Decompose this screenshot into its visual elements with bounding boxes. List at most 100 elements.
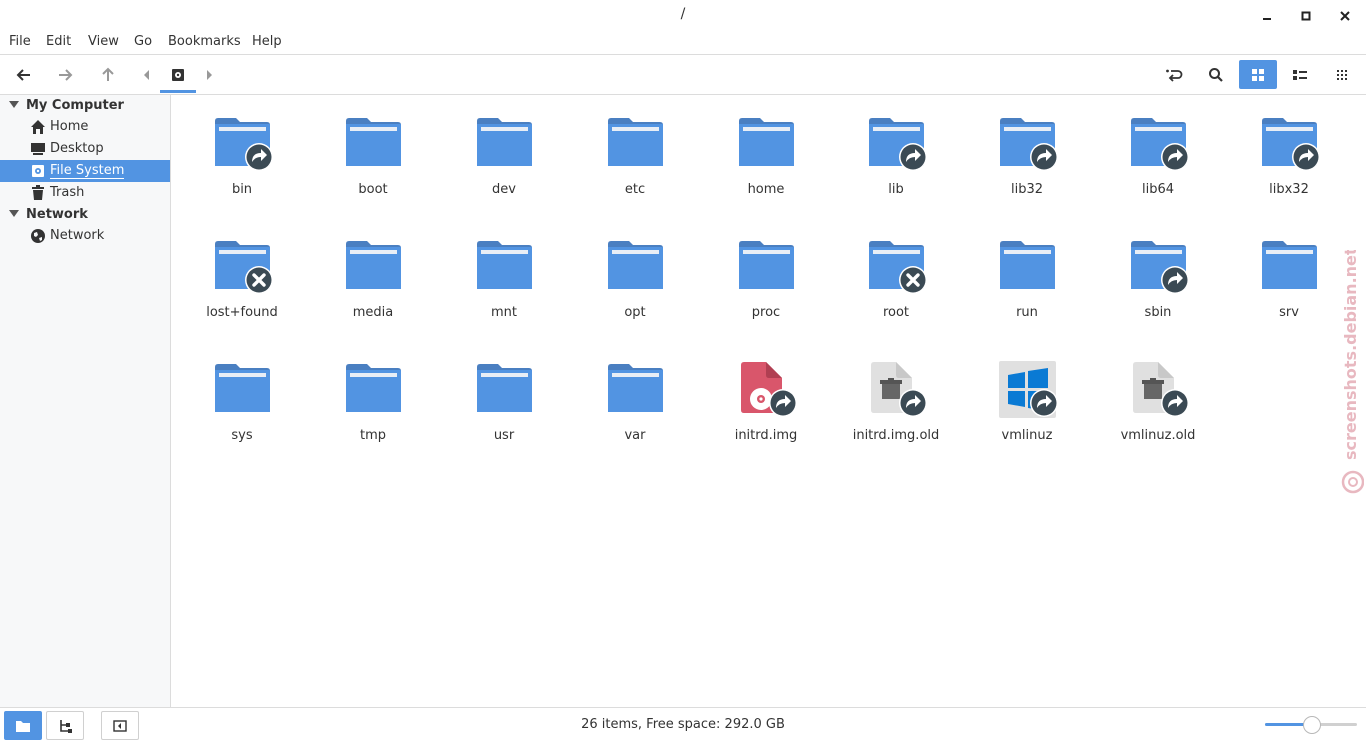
file-item[interactable]: etc	[570, 115, 700, 225]
toolbar	[0, 55, 1366, 95]
disc-image-icon	[738, 361, 798, 421]
sidebar-item-trash[interactable]: Trash	[0, 182, 170, 204]
file-item[interactable]: vmlinuz	[962, 361, 1092, 471]
file-item[interactable]: bin	[177, 115, 307, 225]
file-item[interactable]: proc	[701, 238, 831, 348]
file-item[interactable]: initrd.img.old	[831, 361, 961, 471]
sidebar-item-network[interactable]: Network	[0, 225, 170, 247]
folder-icon	[1261, 238, 1321, 298]
chevron-left-icon	[144, 70, 149, 80]
sidebar-item-desktop[interactable]: Desktop	[0, 138, 170, 160]
menu-go[interactable]: Go	[134, 34, 152, 49]
up-button[interactable]	[95, 63, 121, 87]
list-view-button[interactable]	[1287, 63, 1313, 87]
drive-icon	[30, 163, 46, 179]
close-button[interactable]	[1334, 6, 1356, 26]
sidebar-item-home[interactable]: Home	[0, 116, 170, 138]
file-item[interactable]: opt	[570, 238, 700, 348]
maximize-button[interactable]	[1295, 6, 1317, 26]
search-icon	[1209, 68, 1223, 82]
folder-icon	[999, 238, 1059, 298]
file-item[interactable]: dev	[439, 115, 569, 225]
file-item[interactable]: tmp	[308, 361, 438, 471]
folder-icon	[607, 238, 667, 298]
file-item[interactable]: root	[831, 238, 961, 348]
folder-icon	[1130, 115, 1190, 175]
file-name-label: lost+found	[206, 305, 278, 320]
breadcrumb-root[interactable]	[165, 63, 191, 87]
file-item[interactable]: mnt	[439, 238, 569, 348]
breadcrumb-scroll-right[interactable]	[196, 63, 222, 87]
menu-edit[interactable]: Edit	[46, 34, 71, 49]
package-icon	[868, 361, 928, 421]
watermark-text: screenshots.debian.net	[1341, 250, 1360, 460]
file-item[interactable]: boot	[308, 115, 438, 225]
file-name-label: bin	[231, 182, 253, 197]
file-grid: bin boot dev etc home lib lib32 lib64 libx32 lost…	[171, 95, 1366, 707]
file-name-label: libx32	[1269, 182, 1309, 197]
file-name-label: vmlinuz.old	[1120, 428, 1196, 443]
menu-view[interactable]: View	[88, 34, 119, 49]
folder-icon	[607, 361, 667, 421]
menu-file[interactable]: File	[9, 34, 31, 49]
sidebar-item-label: Trash	[50, 185, 85, 200]
file-item[interactable]: var	[570, 361, 700, 471]
breadcrumb-scroll-left[interactable]	[134, 63, 160, 87]
file-item[interactable]: lib	[831, 115, 961, 225]
file-name-label: etc	[624, 182, 646, 197]
file-item[interactable]: lost+found	[177, 238, 307, 348]
folder-icon	[345, 361, 405, 421]
file-name-label: sbin	[1144, 305, 1172, 320]
expander-down-icon	[9, 101, 19, 108]
menu-bookmarks[interactable]: Bookmarks	[168, 34, 241, 49]
arrow-right-icon	[59, 69, 73, 81]
folder-icon	[345, 115, 405, 175]
sidebar-section-network[interactable]: Network	[0, 204, 170, 226]
file-name-label: run	[1016, 305, 1038, 320]
zoom-slider-handle[interactable]	[1303, 716, 1321, 734]
sidebar-item-label: Network	[50, 228, 105, 243]
arrow-up-icon	[102, 67, 114, 81]
file-item[interactable]: run	[962, 238, 1092, 348]
file-item[interactable]: media	[308, 238, 438, 348]
sidebar-item-label: Desktop	[50, 141, 104, 156]
menu-help[interactable]: Help	[252, 34, 282, 49]
sidebar-section-my-computer[interactable]: My Computer	[0, 95, 170, 117]
file-item[interactable]: lib32	[962, 115, 1092, 225]
sidebar-item-file-system[interactable]: File System	[0, 160, 170, 182]
file-item[interactable]: usr	[439, 361, 569, 471]
back-button[interactable]	[11, 63, 37, 87]
toggle-location-button[interactable]	[1161, 63, 1187, 87]
globe-icon	[30, 228, 46, 244]
file-item[interactable]: initrd.img	[701, 361, 831, 471]
grid-view-icon	[1252, 68, 1264, 81]
file-item[interactable]: lib64	[1093, 115, 1223, 225]
file-item[interactable]: sys	[177, 361, 307, 471]
status-bar: 26 items, Free space: 292.0 GB	[0, 707, 1366, 741]
file-name-label: boot	[358, 182, 388, 197]
folder-icon	[607, 115, 667, 175]
compact-view-button[interactable]	[1329, 63, 1355, 87]
file-item[interactable]: sbin	[1093, 238, 1223, 348]
icon-view-button[interactable]	[1239, 60, 1277, 89]
drive-icon	[172, 69, 184, 81]
forward-button[interactable]	[52, 63, 78, 87]
folder-icon	[214, 238, 274, 298]
file-item[interactable]: vmlinuz.old	[1093, 361, 1223, 471]
search-button[interactable]	[1203, 63, 1229, 87]
folder-icon	[868, 115, 928, 175]
folder-icon	[738, 238, 798, 298]
windows-logo-icon	[999, 361, 1059, 421]
package-icon	[1130, 361, 1190, 421]
file-item[interactable]: libx32	[1224, 115, 1354, 225]
close-icon	[1340, 11, 1350, 21]
home-icon	[30, 119, 46, 135]
menu-bar: File Edit View Go Bookmarks Help	[0, 30, 1366, 55]
breadcrumb-active-indicator	[160, 90, 196, 93]
minimize-icon	[1263, 18, 1271, 20]
window-title: /	[680, 6, 686, 22]
minimize-button[interactable]	[1256, 6, 1278, 26]
file-name-label: lib	[888, 182, 904, 197]
file-item[interactable]: home	[701, 115, 831, 225]
sidebar-heading: Network	[26, 207, 88, 222]
